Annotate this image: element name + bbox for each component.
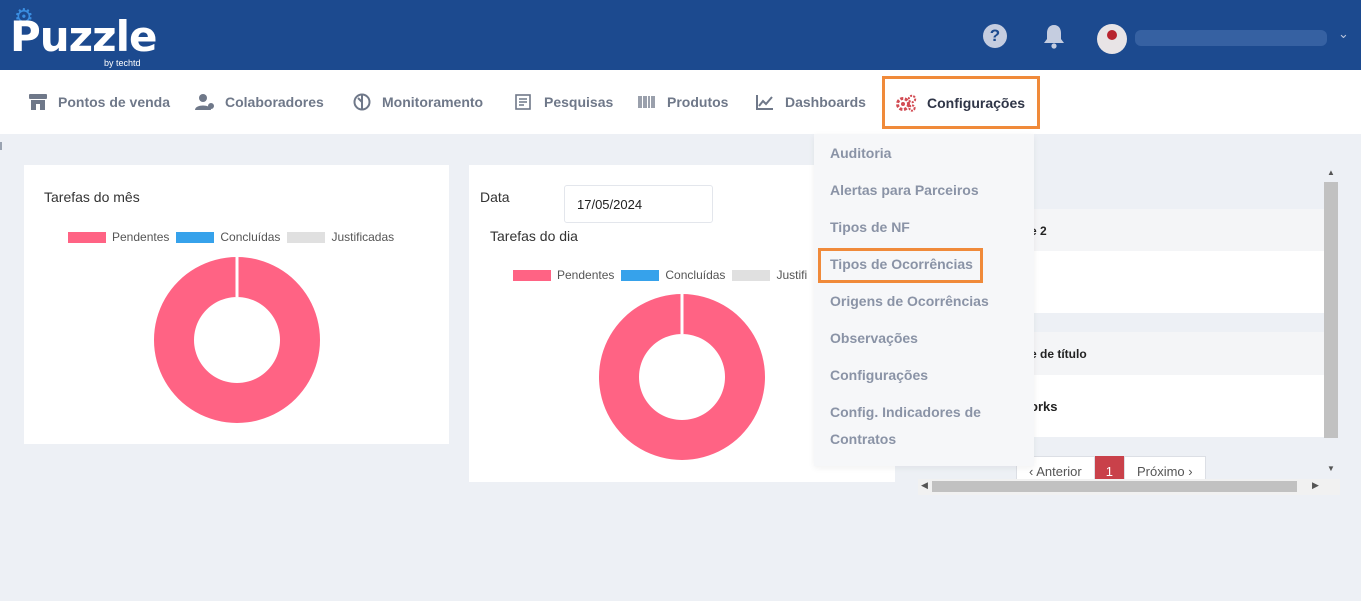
horizontal-scroll-thumb[interactable] bbox=[932, 481, 1297, 492]
day-donut-chart bbox=[598, 294, 765, 460]
legend-item-concluidas[interactable]: Concluídas bbox=[176, 230, 280, 244]
configuracoes-dropdown: Auditoria Alertas para Parceiros Tipos d… bbox=[814, 134, 1034, 466]
top-bar: ⚙ Puzzle by techtd ? ⌄ bbox=[0, 0, 1361, 70]
scroll-down-arrow-icon[interactable]: ▼ bbox=[1327, 464, 1335, 473]
nav-label: Produtos bbox=[667, 94, 729, 110]
nav-label: Pesquisas bbox=[544, 94, 614, 110]
menu-item-configuracoes[interactable]: Configurações bbox=[830, 362, 928, 389]
date-label: Data bbox=[480, 189, 510, 205]
chevron-down-icon[interactable]: ⌄ bbox=[1338, 26, 1349, 42]
menu-item-contratos[interactable]: Contratos bbox=[830, 426, 896, 453]
main-nav: Pontos de venda Colaboradores Monitorame… bbox=[0, 70, 1361, 134]
user-avatar[interactable] bbox=[1097, 24, 1127, 54]
logo-text: Puzzle bbox=[10, 12, 157, 61]
nav-dashboards[interactable]: Dashboards bbox=[755, 70, 866, 134]
chart-legend: Pendentes Concluídas Justificadas bbox=[68, 230, 401, 244]
legend-item-justificadas[interactable]: Justifi bbox=[732, 268, 807, 282]
nav-label: Pontos de venda bbox=[58, 94, 171, 110]
legend-item-pendentes[interactable]: Pendentes bbox=[68, 230, 169, 244]
scroll-left-arrow-icon[interactable]: ◀ bbox=[921, 480, 928, 491]
menu-item-observacoes[interactable]: Observações bbox=[830, 325, 918, 352]
nav-label: Dashboards bbox=[785, 94, 866, 110]
barcode-icon bbox=[638, 96, 655, 108]
user-name[interactable] bbox=[1135, 30, 1327, 46]
legend-item-concluidas[interactable]: Concluídas bbox=[621, 268, 725, 282]
month-donut-chart bbox=[153, 257, 320, 423]
menu-item-origens-ocorrencias[interactable]: Origens de Ocorrências bbox=[830, 288, 989, 315]
nav-colaboradores[interactable]: Colaboradores bbox=[195, 70, 324, 134]
chart-legend: Pendentes Concluídas Justifi bbox=[513, 268, 814, 282]
menu-item-config-indicadores[interactable]: Config. Indicadores de bbox=[830, 399, 981, 426]
card-title: Tarefas do dia bbox=[490, 228, 578, 244]
users-icon bbox=[195, 94, 214, 110]
help-icon[interactable]: ? bbox=[983, 24, 1007, 48]
date-input[interactable]: 17/05/2024 bbox=[564, 185, 713, 223]
menu-item-auditoria[interactable]: Auditoria bbox=[830, 140, 891, 167]
nav-monitoramento[interactable]: Monitoramento bbox=[352, 70, 483, 134]
legend-item-justificadas[interactable]: Justificadas bbox=[287, 230, 394, 244]
menu-item-highlight bbox=[818, 248, 983, 283]
legend-item-pendentes[interactable]: Pendentes bbox=[513, 268, 614, 282]
store-icon bbox=[29, 94, 47, 110]
card-title: Tarefas do mês bbox=[44, 189, 140, 205]
scroll-right-arrow-icon[interactable]: ▶ bbox=[1312, 480, 1319, 491]
logo-subtitle: by techtd bbox=[104, 58, 141, 68]
puzzle-logo[interactable]: ⚙ Puzzle by techtd bbox=[10, 4, 160, 68]
nav-configuracoes[interactable]: Configurações bbox=[882, 76, 1040, 129]
nav-produtos[interactable]: Produtos bbox=[637, 70, 728, 134]
menu-item-tipos-nf[interactable]: Tipos de NF bbox=[830, 214, 910, 241]
monitor-icon bbox=[353, 93, 371, 111]
nav-pontos-de-venda[interactable]: Pontos de venda bbox=[28, 70, 170, 134]
survey-icon bbox=[515, 94, 531, 110]
scroll-up-arrow-icon[interactable]: ▲ bbox=[1327, 168, 1335, 177]
nav-label: Configurações bbox=[927, 94, 1026, 111]
nav-pesquisas[interactable]: Pesquisas bbox=[514, 70, 613, 134]
divider bbox=[0, 142, 2, 150]
month-tasks-card: Tarefas do mês Pendentes Concluídas Just… bbox=[24, 165, 449, 444]
nav-label: Colaboradores bbox=[225, 94, 324, 110]
menu-item-alertas-parceiros[interactable]: Alertas para Parceiros bbox=[830, 177, 979, 204]
nav-label: Monitoramento bbox=[382, 94, 484, 110]
vertical-scrollbar[interactable] bbox=[1324, 182, 1338, 438]
bell-icon[interactable] bbox=[1042, 23, 1066, 49]
chart-icon bbox=[756, 95, 773, 110]
gears-icon bbox=[896, 94, 917, 112]
